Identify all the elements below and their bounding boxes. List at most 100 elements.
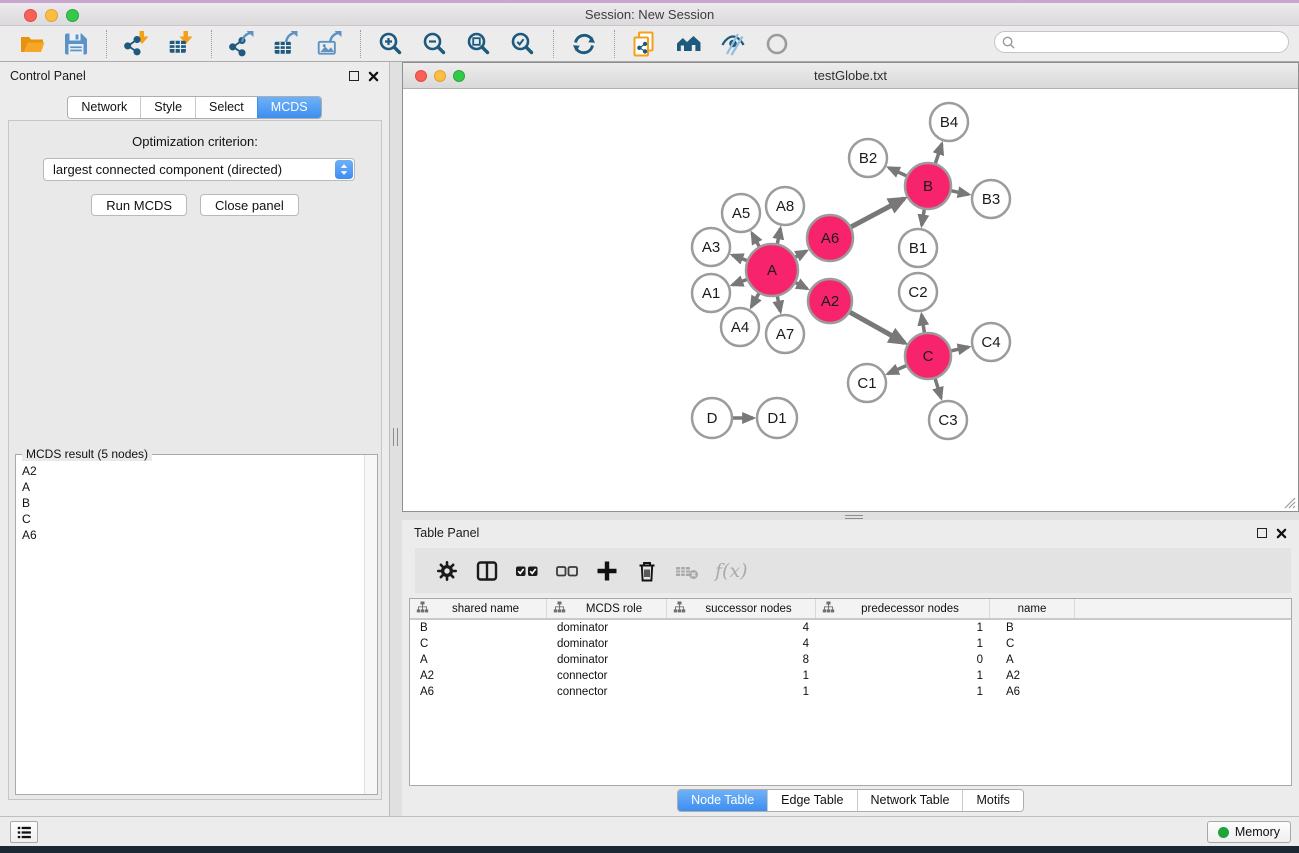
column-header-name[interactable]: name [990, 599, 1075, 618]
table-row[interactable]: A6connector11A6 [410, 684, 1291, 700]
zoom-in-icon [378, 31, 404, 57]
graph-node-A4[interactable]: A4 [721, 308, 759, 346]
graph-edge-C-C1 [888, 365, 909, 374]
resize-grip-icon[interactable] [1282, 495, 1296, 509]
delete-row-button[interactable] [635, 559, 659, 583]
export-table-button[interactable] [273, 31, 299, 57]
tab-edge-table[interactable]: Edge Table [767, 790, 856, 811]
deselect-all-rows-button[interactable] [555, 559, 579, 583]
export-network-button[interactable] [229, 31, 255, 57]
tab-motifs[interactable]: Motifs [962, 790, 1022, 811]
table-row[interactable]: Bdominator41B [410, 620, 1291, 636]
graph-node-A[interactable]: A [746, 244, 798, 296]
result-item[interactable]: B [22, 495, 357, 511]
network-canvas[interactable]: A A1 A2 A3 A4 A5 A6 A7 A8 B B1 B2 B3 B4 C C1 C2 C3 C4 D D1 [403, 89, 1298, 511]
table-settings-button[interactable] [435, 559, 459, 583]
graph-node-C4[interactable]: C4 [972, 323, 1010, 361]
save-session-button[interactable] [63, 31, 89, 57]
graph-node-C3[interactable]: C3 [929, 401, 967, 439]
new-network-from-selection-button[interactable] [632, 31, 658, 57]
float-panel-icon[interactable] [1257, 528, 1267, 538]
table-row[interactable]: Cdominator41C [410, 636, 1291, 652]
table-row[interactable]: A2connector11A2 [410, 668, 1291, 684]
column-layout-button[interactable] [475, 559, 499, 583]
graph-node-A8[interactable]: A8 [766, 187, 804, 225]
select-all-rows-button[interactable] [515, 559, 539, 583]
close-window-button[interactable] [24, 9, 37, 22]
column-header-MCDS-role[interactable]: MCDS role [547, 599, 667, 618]
result-scrollbar[interactable] [364, 455, 377, 794]
show-panels-button[interactable] [10, 821, 38, 843]
open-file-button[interactable] [19, 31, 45, 57]
show-all-button[interactable] [764, 31, 790, 57]
toolbar-separator [553, 30, 554, 58]
show-all-icon [764, 31, 790, 57]
graph-node-A6[interactable]: A6 [807, 215, 853, 261]
column-header-successor-nodes[interactable]: successor nodes [667, 599, 816, 618]
zoom-in-button[interactable] [378, 31, 404, 57]
tab-node-table[interactable]: Node Table [678, 790, 767, 811]
graph-node-B[interactable]: B [905, 163, 951, 209]
minimize-window-button[interactable] [45, 9, 58, 22]
zoom-out-button[interactable] [422, 31, 448, 57]
export-image-button[interactable] [317, 31, 343, 57]
graph-node-B2[interactable]: B2 [849, 139, 887, 177]
result-item[interactable]: A2 [22, 463, 357, 479]
zoom-window-button[interactable] [66, 9, 79, 22]
graph-node-C[interactable]: C [905, 333, 951, 379]
toolbar-separator [106, 30, 107, 58]
column-header-predecessor-nodes[interactable]: predecessor nodes [816, 599, 990, 618]
search-input[interactable] [1016, 33, 1288, 51]
first-neighbors-button[interactable] [676, 31, 702, 57]
column-header-shared-name[interactable]: shared name [410, 599, 547, 618]
criterion-select[interactable]: largest connected component (directed) [43, 158, 355, 181]
run-mcds-button[interactable]: Run MCDS [91, 194, 187, 216]
network-zoom-button[interactable] [453, 70, 465, 82]
add-row-button[interactable] [595, 559, 619, 583]
import-table-button[interactable] [168, 31, 194, 57]
graph-node-A2[interactable]: A2 [808, 279, 852, 323]
graph-node-D1[interactable]: D1 [757, 398, 797, 438]
close-panel-button[interactable]: Close panel [200, 194, 299, 216]
graph-node-A1[interactable]: A1 [692, 274, 730, 312]
result-item[interactable]: C [22, 511, 357, 527]
zoom-selected-button[interactable] [510, 31, 536, 57]
graph-node-A7[interactable]: A7 [766, 315, 804, 353]
import-network-icon [124, 31, 150, 57]
hide-selected-button[interactable] [720, 31, 746, 57]
graph-node-B1[interactable]: B1 [899, 229, 937, 267]
table-row[interactable]: Adominator80A [410, 652, 1291, 668]
graph-node-B4[interactable]: B4 [930, 103, 968, 141]
tab-select[interactable]: Select [195, 97, 257, 118]
graph-node-D[interactable]: D [692, 398, 732, 438]
export-network-icon [229, 31, 255, 57]
float-panel-icon[interactable] [349, 71, 359, 81]
graph-node-C1[interactable]: C1 [848, 364, 886, 402]
app-titlebar: Session: New Session [0, 3, 1299, 26]
tab-style[interactable]: Style [140, 97, 195, 118]
vertical-splitter[interactable] [391, 62, 402, 816]
cell-predecessor-nodes: 1 [816, 668, 990, 684]
zoom-fit-button[interactable] [466, 31, 492, 57]
tab-network[interactable]: Network [68, 97, 140, 118]
cell-predecessor-nodes: 0 [816, 652, 990, 668]
result-item[interactable]: A [22, 479, 357, 495]
memory-button[interactable]: Memory [1207, 821, 1291, 843]
import-network-button[interactable] [124, 31, 150, 57]
network-minimize-button[interactable] [434, 70, 446, 82]
deselect-all-rows-icon [555, 559, 579, 583]
result-item[interactable]: A6 [22, 527, 357, 543]
graph-node-B3[interactable]: B3 [972, 180, 1010, 218]
network-close-button[interactable] [415, 70, 427, 82]
refresh-button[interactable] [571, 31, 597, 57]
close-panel-icon[interactable] [1276, 528, 1287, 539]
graph-node-C2[interactable]: C2 [899, 273, 937, 311]
horizontal-splitter[interactable] [402, 512, 1299, 520]
close-panel-icon[interactable] [368, 71, 379, 82]
zoom-selected-icon [510, 31, 536, 57]
tab-mcds[interactable]: MCDS [257, 97, 321, 118]
graph-node-A3[interactable]: A3 [692, 228, 730, 266]
graph-node-A5[interactable]: A5 [722, 194, 760, 232]
tab-network-table[interactable]: Network Table [857, 790, 963, 811]
svg-text:A5: A5 [732, 205, 750, 222]
